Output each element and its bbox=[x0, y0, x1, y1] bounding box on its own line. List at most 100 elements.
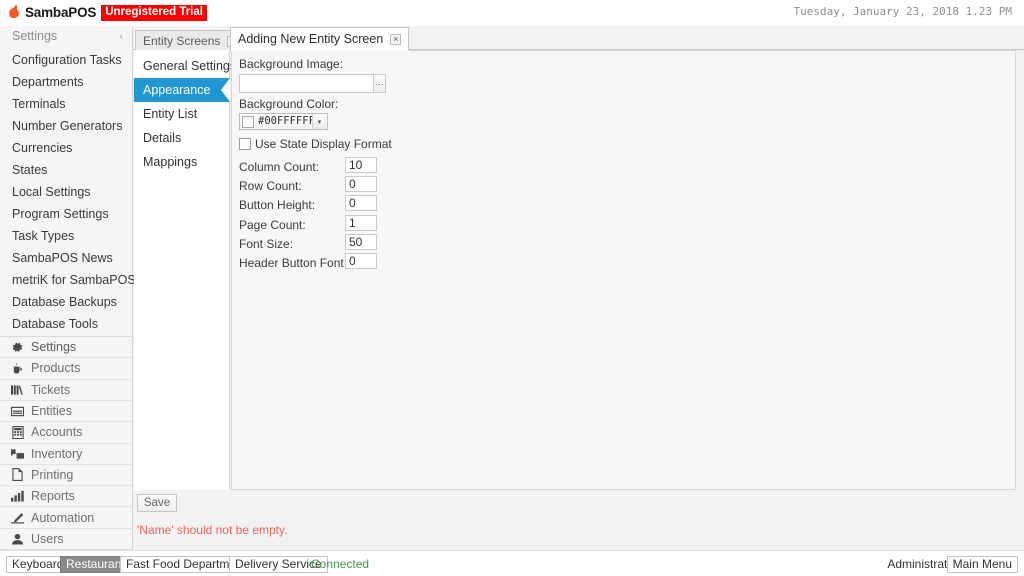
row-count-label: Row Count: bbox=[239, 179, 302, 193]
sidebar-item-task-types[interactable]: Task Types bbox=[0, 226, 132, 248]
module-navigation: Settings Products Tickets Entities Accou… bbox=[0, 336, 132, 550]
sidebar-item-database-tools[interactable]: Database Tools bbox=[0, 314, 132, 336]
module-reports[interactable]: Reports bbox=[0, 486, 132, 508]
module-accounts[interactable]: Accounts bbox=[0, 422, 132, 444]
connection-status: Connected bbox=[311, 557, 370, 571]
tickets-icon bbox=[10, 383, 25, 396]
subnav-label: Entity List bbox=[143, 107, 198, 121]
sidebar-item-departments[interactable]: Departments bbox=[0, 72, 132, 94]
module-label: Inventory bbox=[31, 446, 83, 461]
sidebar-item-configuration-tasks[interactable]: Configuration Tasks bbox=[0, 50, 132, 72]
background-image-input[interactable] bbox=[239, 74, 379, 93]
trial-badge: Unregistered Trial bbox=[101, 4, 207, 21]
subnav-label: Mappings bbox=[143, 155, 198, 169]
row-count-input[interactable] bbox=[345, 176, 377, 192]
button-height-input[interactable] bbox=[345, 195, 377, 211]
clock-display: Tuesday, January 23, 2018 1.23 PM bbox=[793, 5, 1012, 18]
module-entities[interactable]: Entities bbox=[0, 400, 132, 423]
sambapos-logo-icon bbox=[8, 4, 21, 20]
sidebar-item-program-settings[interactable]: Program Settings bbox=[0, 204, 132, 226]
gear-icon bbox=[10, 341, 25, 354]
module-label: Automation bbox=[31, 510, 95, 525]
font-size-input[interactable] bbox=[345, 234, 377, 250]
main-menu-button[interactable]: Main Menu bbox=[946, 556, 1018, 573]
sidebar-item-terminals[interactable]: Terminals bbox=[0, 94, 132, 116]
subnav-item-appearance[interactable]: Appearance bbox=[134, 78, 230, 102]
status-bar: Keyboard Restaurant Fast Food Department… bbox=[0, 550, 1024, 576]
use-state-display-format-checkbox[interactable]: Use State Display Format bbox=[239, 137, 392, 151]
sidebar-item-database-backups[interactable]: Database Backups bbox=[0, 292, 132, 314]
module-users[interactable]: Users bbox=[0, 528, 132, 550]
sidebar-item-local-settings[interactable]: Local Settings bbox=[0, 182, 132, 204]
chevron-down-icon[interactable]: ▾ bbox=[312, 114, 326, 129]
background-color-dropdown[interactable]: #00FFFFFF ▾ bbox=[239, 113, 328, 130]
column-count-input[interactable] bbox=[345, 157, 377, 173]
subnav-item-entity-list[interactable]: Entity List bbox=[134, 102, 229, 126]
module-printing[interactable]: Printing bbox=[0, 464, 132, 487]
module-settings[interactable]: Settings bbox=[0, 337, 132, 359]
page-count-input[interactable] bbox=[345, 215, 377, 231]
settings-sidebar: Settings ‹ Configuration Tasks Departmen… bbox=[0, 26, 136, 550]
tab-adding-new-entity-screen[interactable]: Adding New Entity Screen × bbox=[230, 27, 410, 51]
subnav-label: Appearance bbox=[143, 83, 211, 97]
header-button-font-size-input[interactable] bbox=[345, 253, 377, 269]
subnav-label: Details bbox=[143, 131, 182, 145]
checkbox-box bbox=[239, 138, 251, 150]
module-label: Users bbox=[31, 531, 64, 546]
module-label: Reports bbox=[31, 489, 75, 504]
module-label: Settings bbox=[31, 340, 77, 355]
cup-icon bbox=[10, 362, 25, 375]
checkbox-label: Use State Display Format bbox=[255, 137, 392, 151]
pencil-icon bbox=[10, 511, 25, 524]
subnav-item-details[interactable]: Details bbox=[134, 126, 229, 150]
module-inventory[interactable]: Inventory bbox=[0, 443, 132, 465]
button-height-label: Button Height: bbox=[239, 198, 316, 212]
brand-name: SambaPOS bbox=[25, 5, 97, 20]
background-color-label: Background Color: bbox=[239, 97, 339, 111]
column-count-label: Column Count: bbox=[239, 160, 320, 174]
sidebar-title: Settings bbox=[12, 29, 58, 43]
browse-button[interactable]: ... bbox=[373, 74, 386, 93]
page-icon bbox=[10, 468, 25, 482]
sidebar-item-sambapos-news[interactable]: SambaPOS News bbox=[0, 248, 132, 270]
tab-label: Adding New Entity Screen bbox=[238, 32, 384, 46]
module-tickets[interactable]: Tickets bbox=[0, 379, 132, 401]
color-swatch bbox=[242, 115, 254, 128]
calculator-icon bbox=[10, 425, 25, 439]
entities-icon bbox=[10, 405, 25, 418]
sidebar-header: Settings ‹ bbox=[0, 26, 132, 48]
settings-link-list: Configuration Tasks Departments Terminal… bbox=[0, 50, 136, 336]
module-products[interactable]: Products bbox=[0, 358, 132, 380]
boxes-icon bbox=[10, 447, 25, 460]
user-icon bbox=[10, 532, 25, 545]
collapse-sidebar-icon[interactable]: ‹ bbox=[120, 30, 123, 43]
sidebar-item-number-generators[interactable]: Number Generators bbox=[0, 116, 132, 138]
brand: SambaPOS Unregistered Trial bbox=[8, 3, 207, 22]
module-label: Tickets bbox=[31, 382, 71, 397]
save-button[interactable]: Save bbox=[137, 494, 177, 512]
sidebar-item-states[interactable]: States bbox=[0, 160, 132, 182]
background-image-label: Background Image: bbox=[239, 57, 344, 71]
font-size-label: Font Size: bbox=[239, 237, 294, 251]
subnav-item-mappings[interactable]: Mappings bbox=[134, 150, 229, 174]
title-bar: SambaPOS Unregistered Trial Tuesday, Jan… bbox=[0, 0, 1024, 26]
appearance-form-panel: Background Image: ... Background Color: … bbox=[231, 50, 1016, 490]
page-count-label: Page Count: bbox=[239, 218, 306, 232]
tab-strip: Entity Screens × Adding New Entity Scree… bbox=[133, 26, 1024, 51]
sidebar-item-currencies[interactable]: Currencies bbox=[0, 138, 132, 160]
module-label: Printing bbox=[31, 467, 74, 482]
module-automation[interactable]: Automation bbox=[0, 507, 132, 529]
tab-label: Entity Screens bbox=[143, 34, 221, 48]
validation-error-message: 'Name' should not be empty. bbox=[137, 523, 288, 537]
close-icon[interactable]: × bbox=[390, 33, 402, 45]
app-window: SambaPOS Unregistered Trial Tuesday, Jan… bbox=[0, 0, 1024, 576]
subnav-item-general-settings[interactable]: General Settings bbox=[134, 54, 236, 78]
module-label: Accounts bbox=[31, 425, 83, 440]
module-label: Products bbox=[31, 361, 81, 376]
barchart-icon bbox=[10, 490, 25, 503]
module-label: Entities bbox=[31, 404, 72, 419]
subnav-label: General Settings bbox=[143, 59, 237, 73]
sidebar-item-metrik[interactable]: metriK for SambaPOS bbox=[0, 270, 136, 292]
entity-screen-subnav: General Settings Appearance Entity List … bbox=[134, 50, 236, 490]
background-color-value: #00FFFFFF bbox=[258, 115, 315, 127]
